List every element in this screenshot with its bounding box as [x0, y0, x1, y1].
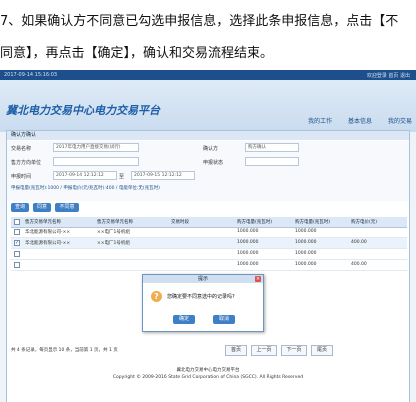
col-buyer-price: 购方电价(元) [351, 220, 378, 225]
cell-price: 400.00 [351, 262, 367, 267]
prev-page-button[interactable]: 上一页 [251, 345, 277, 356]
instruction-text: 7、如果确认方不同意已勾选申报信息，选择此条申报信息，点击【不 同意】，再点击【… [0, 0, 416, 68]
page-footer: 冀北电力交易中心电力交易平台 Copyright © 2009-2016 Sta… [7, 363, 409, 402]
cell-energy-2: 1000.000 [295, 251, 317, 256]
banner: 冀北电力交易中心电力交易平台 我的工作 基本信息 我的交易 [0, 80, 416, 132]
row-checkbox[interactable] [14, 262, 20, 268]
dialog-title: 提示 [143, 275, 263, 283]
declare-time-to[interactable]: 2017-09-15 12:12:12 [131, 171, 195, 180]
nav-basic-info[interactable]: 基本信息 [348, 118, 372, 125]
col-period: 交易时段 [171, 220, 189, 225]
col-seller-unit: 售方交易单元名称 [25, 220, 61, 225]
label-declare-status: 申报状态 [203, 160, 224, 166]
trade-name-select[interactable]: 2017年电力用户直接交易(试行) [53, 143, 139, 152]
cell-energy-2: 1000.000 [295, 229, 317, 234]
datetime: 2017-09-14 15:16:03 [4, 72, 58, 78]
instruction-line-1: 7、如果确认方不同意已勾选申报信息，选择此条申报信息，点击【不 [0, 14, 399, 29]
embedded-screenshot: 2017-09-14 15:16:03 欢迎登录 首页 退出 冀北电力交易中心电… [0, 70, 416, 402]
confirm-cancel-button[interactable]: 取消 [213, 315, 235, 324]
declare-time-separator: 至 [119, 174, 125, 180]
agree-button[interactable]: 同意 [33, 203, 51, 212]
label-declare-time: 申报时间 [11, 174, 32, 180]
declare-summary: 申报电量(兆瓦时):1000 / 申报电价(元/兆瓦时):400 / 电能单位:… [11, 186, 160, 191]
table-row[interactable]: 1000.000 1000.000 400.00 [11, 260, 407, 271]
cell-energy: 1000.000 [237, 240, 259, 245]
last-page-button[interactable]: 尾页 [311, 345, 333, 356]
footer-line-1: 冀北电力交易中心电力交易平台 [176, 368, 240, 373]
cell-unit: ××电厂1号机组 [97, 241, 130, 246]
col-buyer-energy: 购方电量(兆瓦时) [237, 220, 273, 225]
app-title: 冀北电力交易中心电力交易平台 [6, 104, 160, 117]
panel-title: 确认方确认 [7, 131, 409, 140]
row-checkbox[interactable] [14, 251, 20, 257]
footer-line-2: Copyright © 2009-2016 State Grid Corpora… [112, 375, 304, 380]
dialog-message: 您确定要不同意选中的记录吗? [167, 294, 235, 300]
row-checkbox[interactable] [14, 229, 20, 235]
pagination-info: 共 4 条记录，每页显示 10 条，当前第 1 页，共 1 页 [11, 348, 118, 353]
instruction-line-2: 同意】，再点击【确定】，确认和交易流程结束。 [0, 46, 274, 61]
nav-my-trades[interactable]: 我的交易 [388, 118, 412, 125]
top-links[interactable]: 欢迎登录 首页 退出 [367, 72, 410, 79]
pagination: 共 4 条记录，每页显示 10 条，当前第 1 页，共 1 页 首页 上一页 下… [11, 343, 407, 357]
label-confirmer: 确认方 [203, 146, 219, 152]
question-icon: ? [151, 291, 162, 302]
disagree-button[interactable]: 不同意 [55, 203, 79, 212]
table-row[interactable]: 1000.000 1000.000 [11, 249, 407, 260]
first-page-button[interactable]: 首页 [225, 345, 247, 356]
cell-energy: 1000.000 [237, 229, 259, 234]
select-all-checkbox[interactable] [14, 219, 20, 225]
label-trade-name: 交易名称 [11, 146, 32, 152]
filter-form: 交易名称 2017年电力用户直接交易(试行) 确认方 购方确认 售方方向单位 申… [7, 141, 409, 201]
confirmer-select[interactable]: 购方确认 [245, 143, 299, 152]
row-checkbox-checked[interactable]: ✓ [14, 240, 20, 246]
col-buyer-energy-2: 购方电量(兆瓦时) [295, 220, 331, 225]
declare-status-select[interactable] [245, 157, 299, 166]
main-nav: 我的工作 基本信息 我的交易 [294, 116, 412, 125]
confirm-panel: 确认方确认 交易名称 2017年电力用户直接交易(试行) 确认方 购方确认 售方… [6, 130, 410, 402]
close-icon[interactable]: × [255, 276, 261, 282]
confirm-dialog: 提示 × ? 您确定要不同意选中的记录吗? 确定 取消 [142, 274, 264, 332]
next-page-button[interactable]: 下一页 [281, 345, 307, 356]
cell-energy-2: 1000.000 [295, 262, 317, 267]
cell-unit: ××电厂1号机组 [97, 230, 130, 235]
cell-energy-2: 1000.000 [295, 240, 317, 245]
cell-energy: 1000.000 [237, 251, 259, 256]
table-row[interactable]: ✓ 华北能源有限公司-×× ××电厂1号机组 1000.000 1000.000… [11, 238, 407, 249]
table-row[interactable]: 华北能源有限公司-×× ××电厂1号机组 1000.000 1000.000 [11, 227, 407, 238]
top-status-bar: 2017-09-14 15:16:03 欢迎登录 首页 退出 [0, 70, 416, 80]
label-seller-unit: 售方方向单位 [11, 160, 42, 166]
cell-price: 400.00 [351, 240, 367, 245]
nav-my-work[interactable]: 我的工作 [308, 118, 332, 125]
declare-time-from[interactable]: 2017-09-14 12:12:12 [53, 171, 117, 180]
seller-unit-select[interactable] [53, 157, 139, 166]
col-seller-unit-2: 售方交易单元名称 [97, 220, 133, 225]
confirm-ok-button[interactable]: 确定 [173, 315, 195, 324]
cell-seller: 华北能源有限公司-×× [25, 230, 71, 235]
query-button[interactable]: 查询 [11, 203, 29, 212]
cell-seller: 华北能源有限公司-×× [25, 241, 71, 246]
cell-energy: 1000.000 [237, 262, 259, 267]
